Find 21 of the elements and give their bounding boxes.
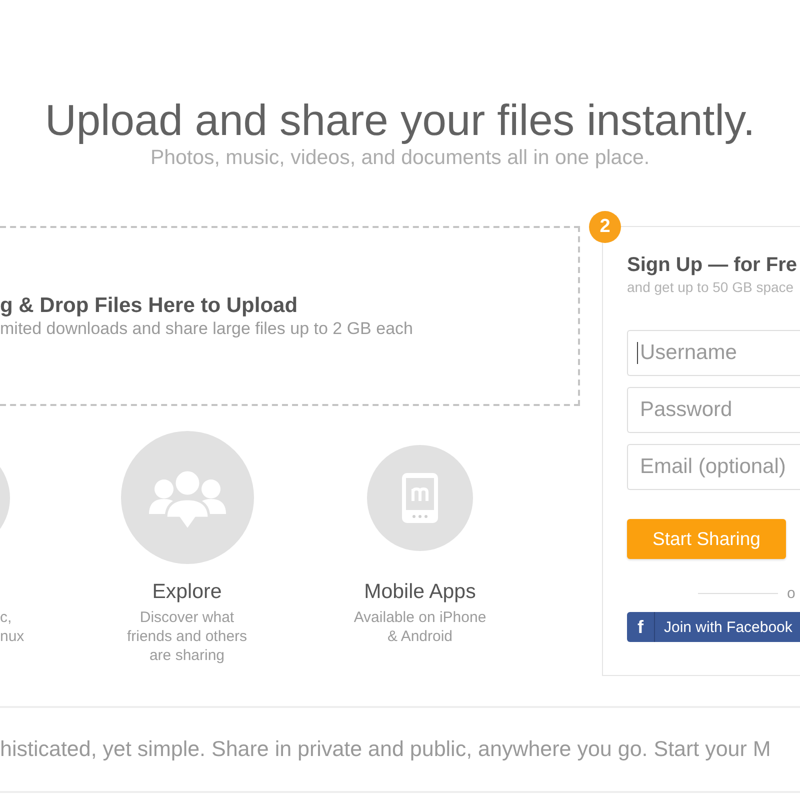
- input-field[interactable]: Email (optional): [627, 444, 800, 490]
- drop-zone-title: g & Drop Files Here to Upload: [0, 294, 298, 318]
- hero-title: Upload and share your files instantly.: [44, 96, 756, 146]
- drop-zone-description: mited downloads and share large files up to 2 GB each: [0, 318, 413, 338]
- feature-title: Explore: [152, 580, 222, 604]
- phone-icon: [367, 444, 473, 550]
- facebook-button[interactable]: f Join with Facebook: [627, 612, 800, 642]
- feature-description: Discover what friends and others are sharing: [126, 608, 248, 665]
- separator-text: o: [787, 584, 796, 602]
- feature-description: Available on iPhone & Android: [352, 608, 488, 646]
- input-field[interactable]: Username: [627, 330, 800, 376]
- feature-title: Mobile Apps: [364, 580, 476, 604]
- drop-zone[interactable]: g & Drop Files Here to Upload mited downloads and share large files up to 2 GB each: [0, 226, 580, 406]
- feature-description: c, nux: [0, 608, 24, 646]
- signup-subtitle: and get up to 50 GB space: [627, 279, 795, 295]
- input-field[interactable]: Password: [627, 387, 800, 433]
- step-badge: 2: [589, 211, 621, 243]
- signup-title: Sign Up — for Fre: [627, 254, 798, 276]
- people-icon: [120, 431, 254, 564]
- hero-subtitle: Photos, music, videos, and documents all in one place.: [150, 146, 650, 170]
- tagline-text: histicated, yet simple. Share in private and public, anywhere you go. Start your M: [0, 737, 771, 762]
